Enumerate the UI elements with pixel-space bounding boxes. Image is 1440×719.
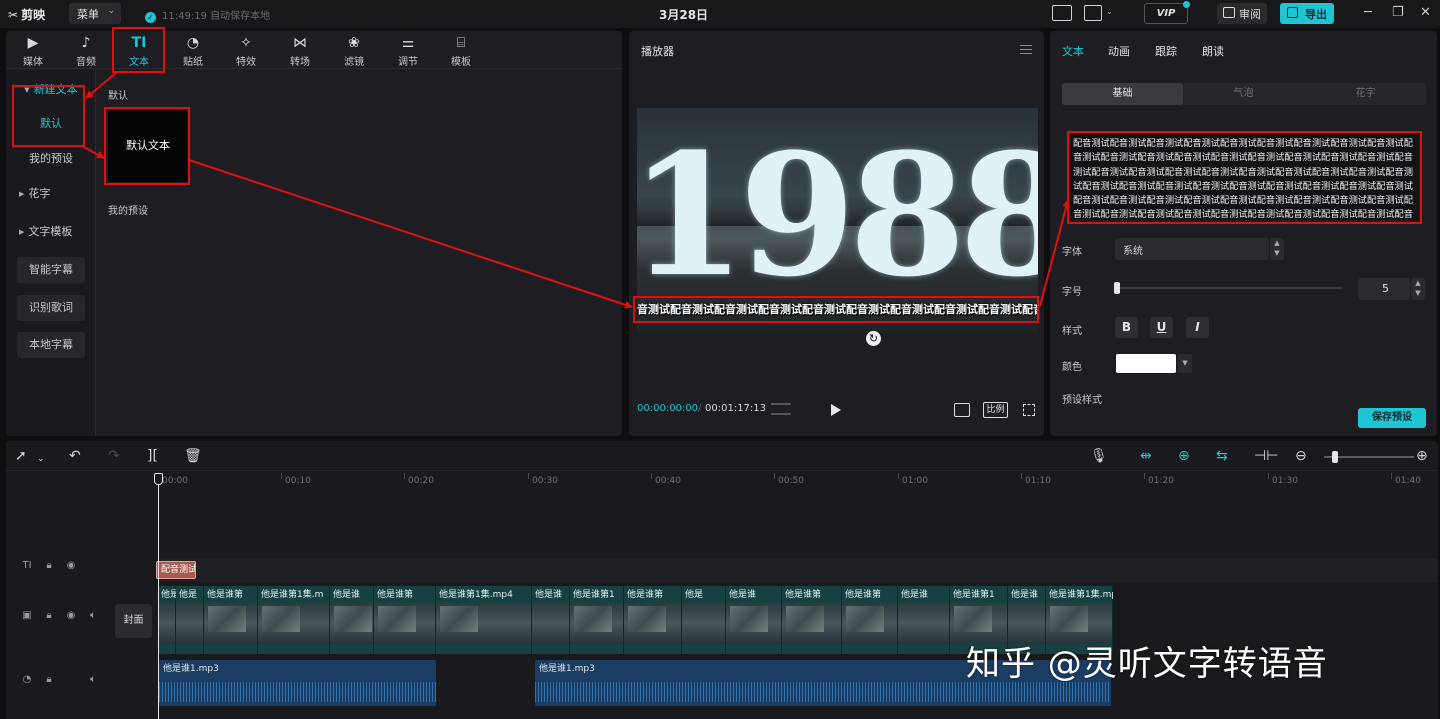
- annotation-box-text-tab: [112, 27, 165, 73]
- annotation-arrow: [188, 159, 633, 309]
- annotation-box-subtitle: [633, 296, 1039, 323]
- annotation-arrow: [85, 71, 118, 99]
- annotation-box-default-text: [104, 107, 190, 185]
- annotation-overlay: [12, 27, 1422, 323]
- annotation-box-text-editor: [1067, 131, 1422, 224]
- annotation-arrow: [1039, 199, 1071, 307]
- annotation-arrow: [81, 145, 105, 159]
- annotation-box-new-text: [12, 85, 85, 147]
- app-window: ✂ 剪映 菜单 ⌄ ✓ 11:49:19 自动保存本地 3月28日 ⌄ VIP 审阅 …: [0, 0, 1440, 719]
